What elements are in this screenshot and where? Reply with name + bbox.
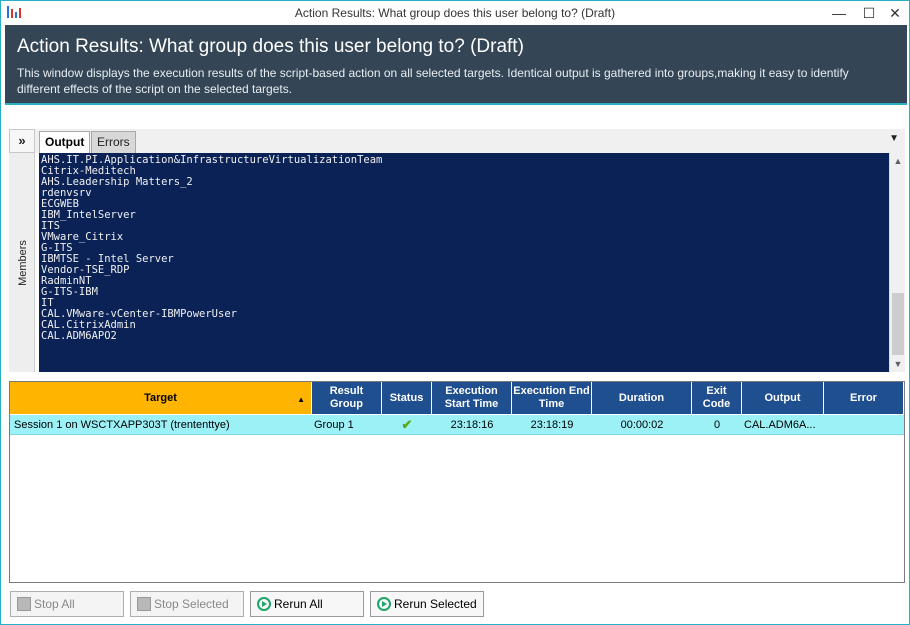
column-header-duration[interactable]: Duration xyxy=(592,382,692,414)
console-line: Vendor-TSE_RDP xyxy=(41,264,130,276)
column-header-exit-code[interactable]: Exit Code xyxy=(692,382,742,414)
stop-all-button[interactable]: Stop All xyxy=(10,591,124,617)
column-header-start-time[interactable]: Execution Start Time xyxy=(432,382,512,414)
console-line: VMware_Citrix xyxy=(41,231,124,243)
cell-start-time: 23:18:16 xyxy=(450,419,494,431)
stop-icon xyxy=(17,597,31,611)
window-title: Action Results: What group does this use… xyxy=(294,6,616,20)
cell-target: Session 1 on WSCTXAPP303T (trententtye) xyxy=(14,419,230,431)
table-row[interactable]: Session 1 on WSCTXAPP303T (trententtye) … xyxy=(10,415,904,435)
rerun-selected-button[interactable]: Rerun Selected xyxy=(370,591,484,617)
cell-error xyxy=(826,415,904,435)
column-header-error[interactable]: Error xyxy=(824,382,904,414)
console-lines: AHS.IT.PI.Application&InfrastructureVirt… xyxy=(41,155,382,342)
expand-members-button[interactable]: » xyxy=(9,129,35,153)
column-header-end-time[interactable]: Execution End Time xyxy=(512,382,592,414)
sort-ascending-icon: ▲ xyxy=(297,395,305,404)
stop-selected-check-icon xyxy=(137,597,151,611)
header-divider xyxy=(5,103,907,105)
cell-result-group: Group 1 xyxy=(314,419,354,431)
grid-header-row: Target ▲ Result Group Status Execution S… xyxy=(10,382,904,414)
scroll-up-arrow-icon[interactable]: ▲ xyxy=(890,153,906,169)
close-button[interactable]: ✕ xyxy=(883,3,907,23)
column-header-target[interactable]: Target ▲ xyxy=(10,382,312,414)
cell-duration: 00:00:02 xyxy=(620,419,664,431)
page-title: Action Results: What group does this use… xyxy=(17,36,524,57)
console-line: IBM_IntelServer xyxy=(41,209,136,221)
stop-selected-button[interactable]: Stop Selected xyxy=(130,591,244,617)
cell-exit-code: 0 xyxy=(713,419,721,431)
tab-output[interactable]: Output xyxy=(39,131,91,153)
minimize-button[interactable]: — xyxy=(827,3,851,23)
cell-output: CAL.ADM6A... xyxy=(744,419,816,431)
cell-status: ✔ xyxy=(382,415,432,435)
members-panel: » Members xyxy=(9,129,35,372)
header-banner: Action Results: What group does this use… xyxy=(5,25,907,103)
members-label[interactable]: Members xyxy=(17,235,29,291)
cell-end-time: 23:18:19 xyxy=(530,419,574,431)
output-tab-bar: Output Errors ▼ xyxy=(35,129,905,153)
tab-errors[interactable]: Errors xyxy=(91,131,136,153)
success-check-icon: ✔ xyxy=(401,417,413,432)
rerun-all-button[interactable]: Rerun All xyxy=(250,591,364,617)
column-header-result-group[interactable]: Result Group xyxy=(312,382,382,414)
console-line: G-ITS-IBM xyxy=(41,286,98,298)
page-description: This window displays the execution resul… xyxy=(17,66,849,96)
rerun-icon xyxy=(257,597,271,611)
console-line: rdenvsrv xyxy=(41,187,92,199)
maximize-button[interactable]: ☐ xyxy=(857,3,881,23)
console-line: AHS.Leadership Matters_2 xyxy=(41,176,193,188)
tab-menu-chevron-down-icon[interactable]: ▼ xyxy=(889,133,899,144)
action-results-window: Action Results: What group does this use… xyxy=(0,0,910,625)
results-grid: Target ▲ Result Group Status Execution S… xyxy=(9,381,905,583)
scroll-down-arrow-icon[interactable]: ▼ xyxy=(890,356,906,372)
console-line: CAL.ADM6APO2 xyxy=(41,330,117,342)
column-header-status[interactable]: Status xyxy=(382,382,432,414)
scroll-thumb[interactable] xyxy=(892,293,904,355)
rerun-selected-icon xyxy=(377,597,391,611)
title-bar[interactable]: Action Results: What group does this use… xyxy=(1,1,909,25)
column-header-output[interactable]: Output xyxy=(742,382,824,414)
output-console[interactable]: AHS.IT.PI.Application&InfrastructureVirt… xyxy=(39,153,889,372)
output-scrollbar[interactable]: ▲ ▼ xyxy=(889,153,905,372)
